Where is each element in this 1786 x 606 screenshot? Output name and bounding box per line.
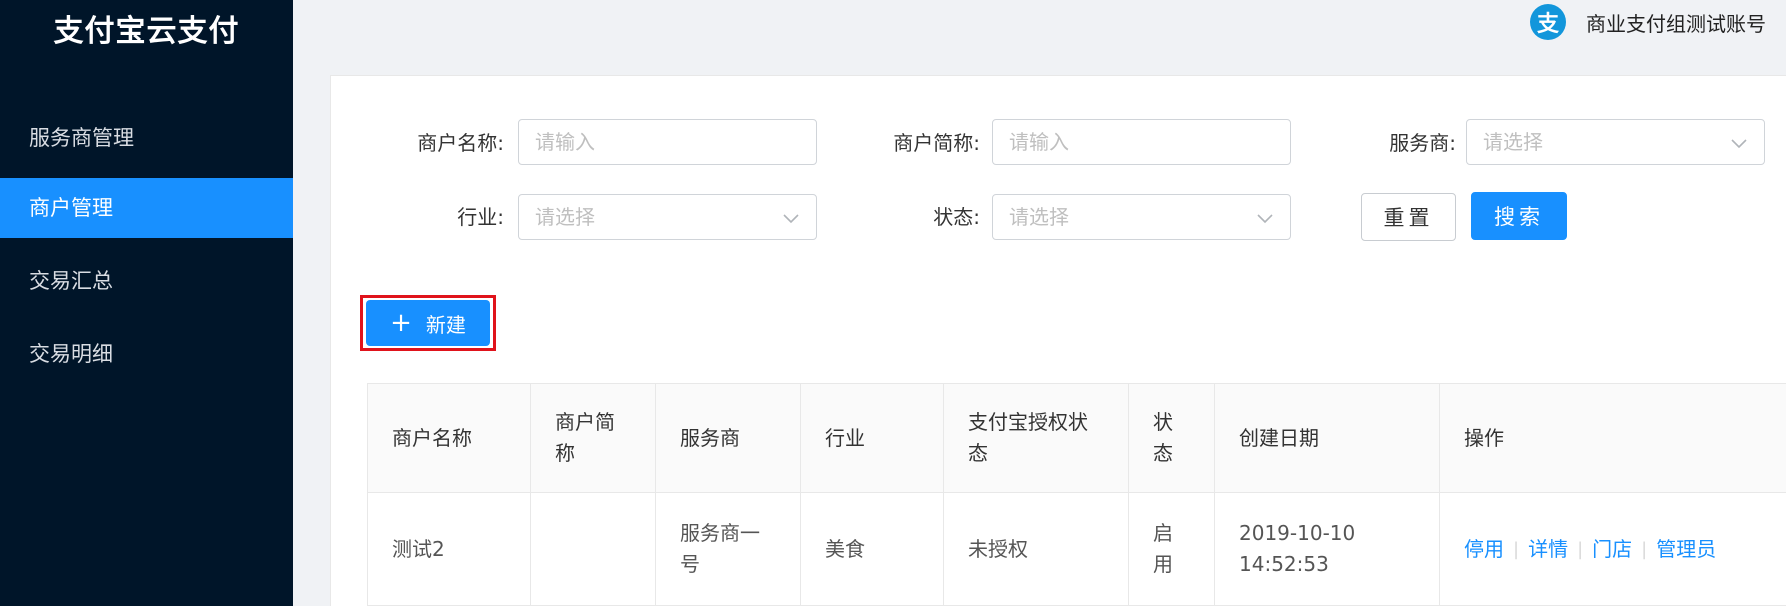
column-header: 创建日期 (1215, 384, 1440, 492)
cell-merchant-name: 测试2 (367, 493, 531, 605)
separator: | (1577, 538, 1584, 560)
merchant-short-input[interactable] (992, 119, 1291, 165)
status-select[interactable]: 请选择 (992, 194, 1291, 240)
admin-link[interactable]: 管理员 (1656, 534, 1716, 565)
merchant-name-input[interactable] (518, 119, 817, 165)
sidebar-item-transaction-summary[interactable]: 交易汇总 (0, 251, 293, 311)
sidebar-item-label: 交易汇总 (29, 269, 113, 293)
status-label: 状态: (933, 205, 980, 229)
sidebar-item-providers[interactable]: 服务商管理 (0, 108, 293, 168)
provider-select-placeholder: 请选择 (1483, 130, 1543, 154)
status-select-placeholder: 请选择 (1009, 205, 1069, 229)
industry-label: 行业: (457, 205, 504, 229)
column-header: 行业 (801, 384, 944, 492)
industry-select[interactable]: 请选择 (518, 194, 817, 240)
cell-operations: 停用 | 详情 | 门店 | 管理员 (1440, 493, 1786, 605)
sidebar-item-merchants[interactable]: 商户管理 (0, 178, 293, 238)
provider-label: 服务商: (1389, 131, 1456, 155)
new-merchant-button[interactable]: + 新建 (366, 300, 490, 346)
cell-created-date: 2019-10-10 14:52:53 (1215, 493, 1440, 605)
column-header: 支付宝授权状态 (944, 384, 1129, 492)
sidebar-item-label: 服务商管理 (29, 126, 134, 150)
separator: | (1513, 538, 1520, 560)
column-header: 商户简称 (531, 384, 656, 492)
plus-icon: + (390, 308, 412, 338)
table-header-row: 商户名称 商户简称 服务商 行业 支付宝授权状态 状态 创建日期 操作 (367, 383, 1786, 493)
app-logo: 支付宝云支付 (53, 14, 240, 49)
table-row: 测试2 服务商一号 美食 未授权 启用 2019-10-10 14:52:53 … (367, 493, 1786, 606)
new-button-label: 新建 (425, 312, 466, 337)
column-header: 状态 (1129, 384, 1215, 492)
cell-provider: 服务商一号 (656, 493, 801, 605)
sidebar-item-transaction-details[interactable]: 交易明细 (0, 324, 293, 384)
alipay-icon: 支 (1530, 4, 1566, 40)
stores-link[interactable]: 门店 (1592, 534, 1632, 565)
sidebar: 支付宝云支付 服务商管理 商户管理 交易汇总 交易明细 (0, 0, 293, 606)
account-area[interactable]: 支 商业支付组测试账号 (1530, 0, 1766, 44)
column-header: 操作 (1464, 425, 1504, 450)
disable-link[interactable]: 停用 (1464, 534, 1504, 565)
merchant-name-label: 商户名称: (417, 131, 504, 155)
separator: | (1641, 538, 1648, 560)
cell-auth-status: 未授权 (944, 493, 1129, 605)
cell-industry: 美食 (801, 493, 944, 605)
cell-status: 启用 (1129, 493, 1215, 605)
details-link[interactable]: 详情 (1528, 534, 1568, 565)
provider-select[interactable]: 请选择 (1466, 119, 1765, 165)
chevron-down-icon (1731, 139, 1747, 149)
chevron-down-icon (783, 214, 799, 224)
reset-button[interactable]: 重置 (1361, 193, 1456, 241)
account-name: 商业支付组测试账号 (1586, 11, 1766, 36)
merchant-short-label: 商户简称: (893, 131, 980, 155)
column-header: 商户名称 (367, 384, 531, 492)
sidebar-item-label: 交易明细 (29, 342, 113, 366)
cell-merchant-short (531, 493, 656, 605)
search-button[interactable]: 搜索 (1471, 192, 1567, 240)
column-header: 服务商 (656, 384, 801, 492)
industry-select-placeholder: 请选择 (535, 205, 595, 229)
chevron-down-icon (1257, 214, 1273, 224)
sidebar-item-label: 商户管理 (29, 196, 113, 220)
